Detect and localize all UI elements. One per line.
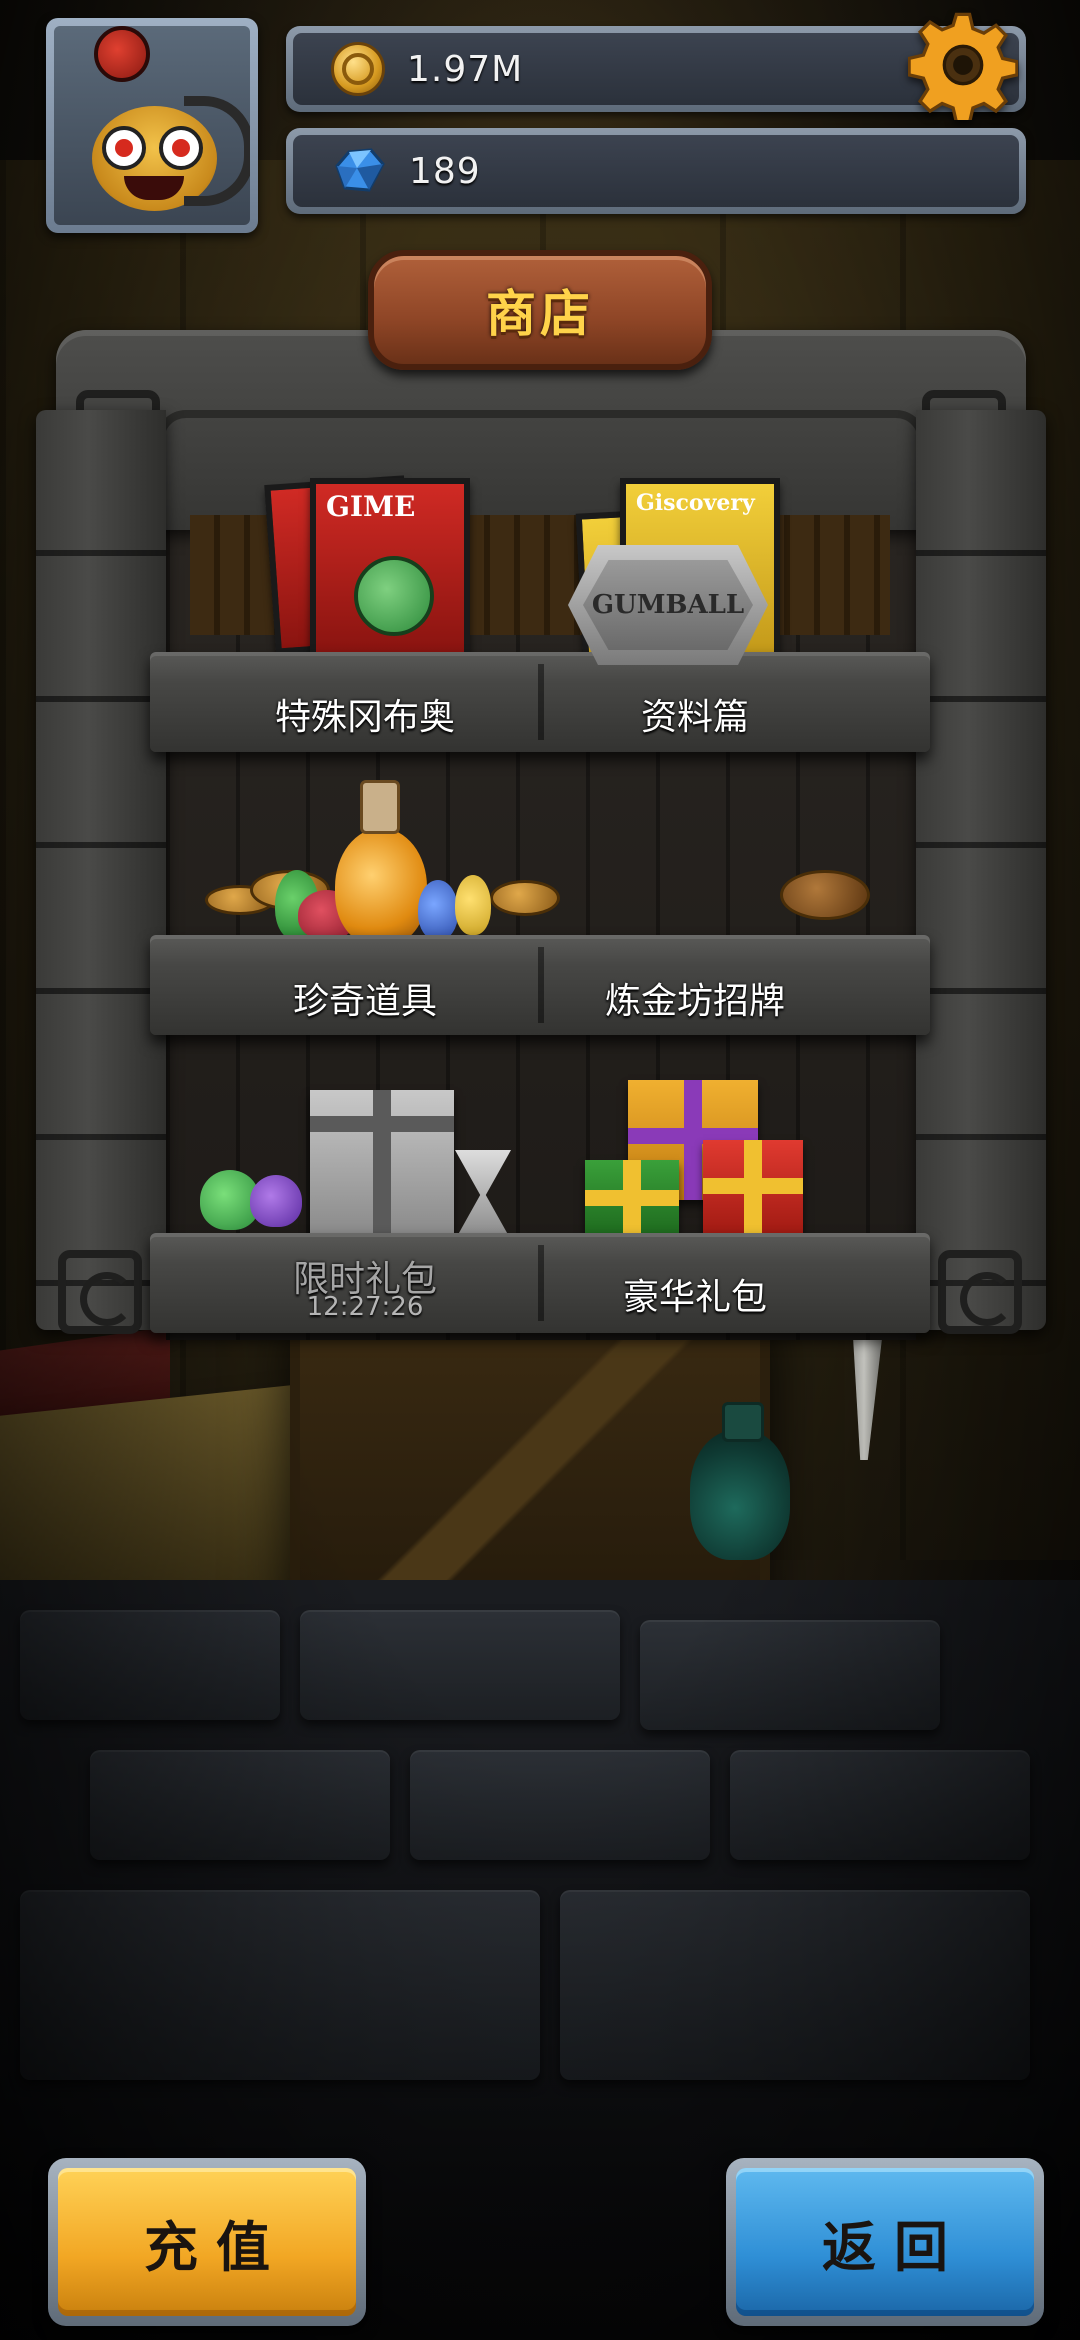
player-avatar[interactable] — [46, 18, 258, 233]
avatar-hat — [94, 26, 150, 82]
gray-gift-box-icon[interactable] — [310, 1090, 454, 1236]
yellow-potion-icon — [455, 875, 491, 935]
gime-magazine-icon[interactable]: GIME — [310, 478, 470, 658]
gem-balance: 189 — [409, 150, 481, 192]
shop-cabinet — [36, 300, 1046, 1350]
recharge-button[interactable]: 充值 — [48, 2158, 366, 2326]
shelf-label-alchemy-sign[interactable]: 炼金坊招牌 — [545, 972, 845, 1024]
right-pillar — [916, 410, 1046, 1334]
shelf-label-special[interactable]: 特殊冈布奥 — [215, 688, 515, 740]
headset-icon — [184, 96, 250, 206]
purple-egg-icon — [250, 1175, 302, 1227]
shelf-label-deluxe-pack[interactable]: 豪华礼包 — [545, 1268, 845, 1320]
blue-potion-icon — [418, 880, 458, 940]
orange-potion-icon — [335, 828, 427, 946]
back-button[interactable]: 返回 — [726, 2158, 1044, 2326]
green-gift-box-icon[interactable] — [585, 1160, 679, 1236]
shop-title-sign: 商店 — [368, 250, 712, 370]
gem-balance-bar: 189 — [286, 128, 1026, 214]
coin-icon — [331, 42, 385, 96]
left-pillar — [36, 410, 166, 1334]
swirl-ornament-icon — [938, 1250, 1022, 1334]
back-button-label: 返回 — [736, 2168, 1034, 2316]
gumball-sign-icon[interactable]: GUMBALL — [568, 545, 768, 665]
shop-title: 商店 — [486, 285, 594, 343]
red-gift-box-icon[interactable] — [703, 1140, 803, 1236]
gear-icon[interactable] — [907, 10, 1019, 124]
green-bottle-decoration — [690, 1402, 790, 1560]
gem-icon — [331, 148, 387, 194]
swirl-ornament-icon — [58, 1250, 142, 1334]
limited-pack-timer: 12:27:26 — [306, 1292, 424, 1322]
coin-balance: 1.97M — [407, 48, 524, 90]
recharge-button-label: 充值 — [58, 2168, 356, 2316]
shelf-label-rare-items[interactable]: 珍奇道具 — [215, 972, 515, 1024]
shelf-label-info[interactable]: 资料篇 — [545, 688, 845, 740]
